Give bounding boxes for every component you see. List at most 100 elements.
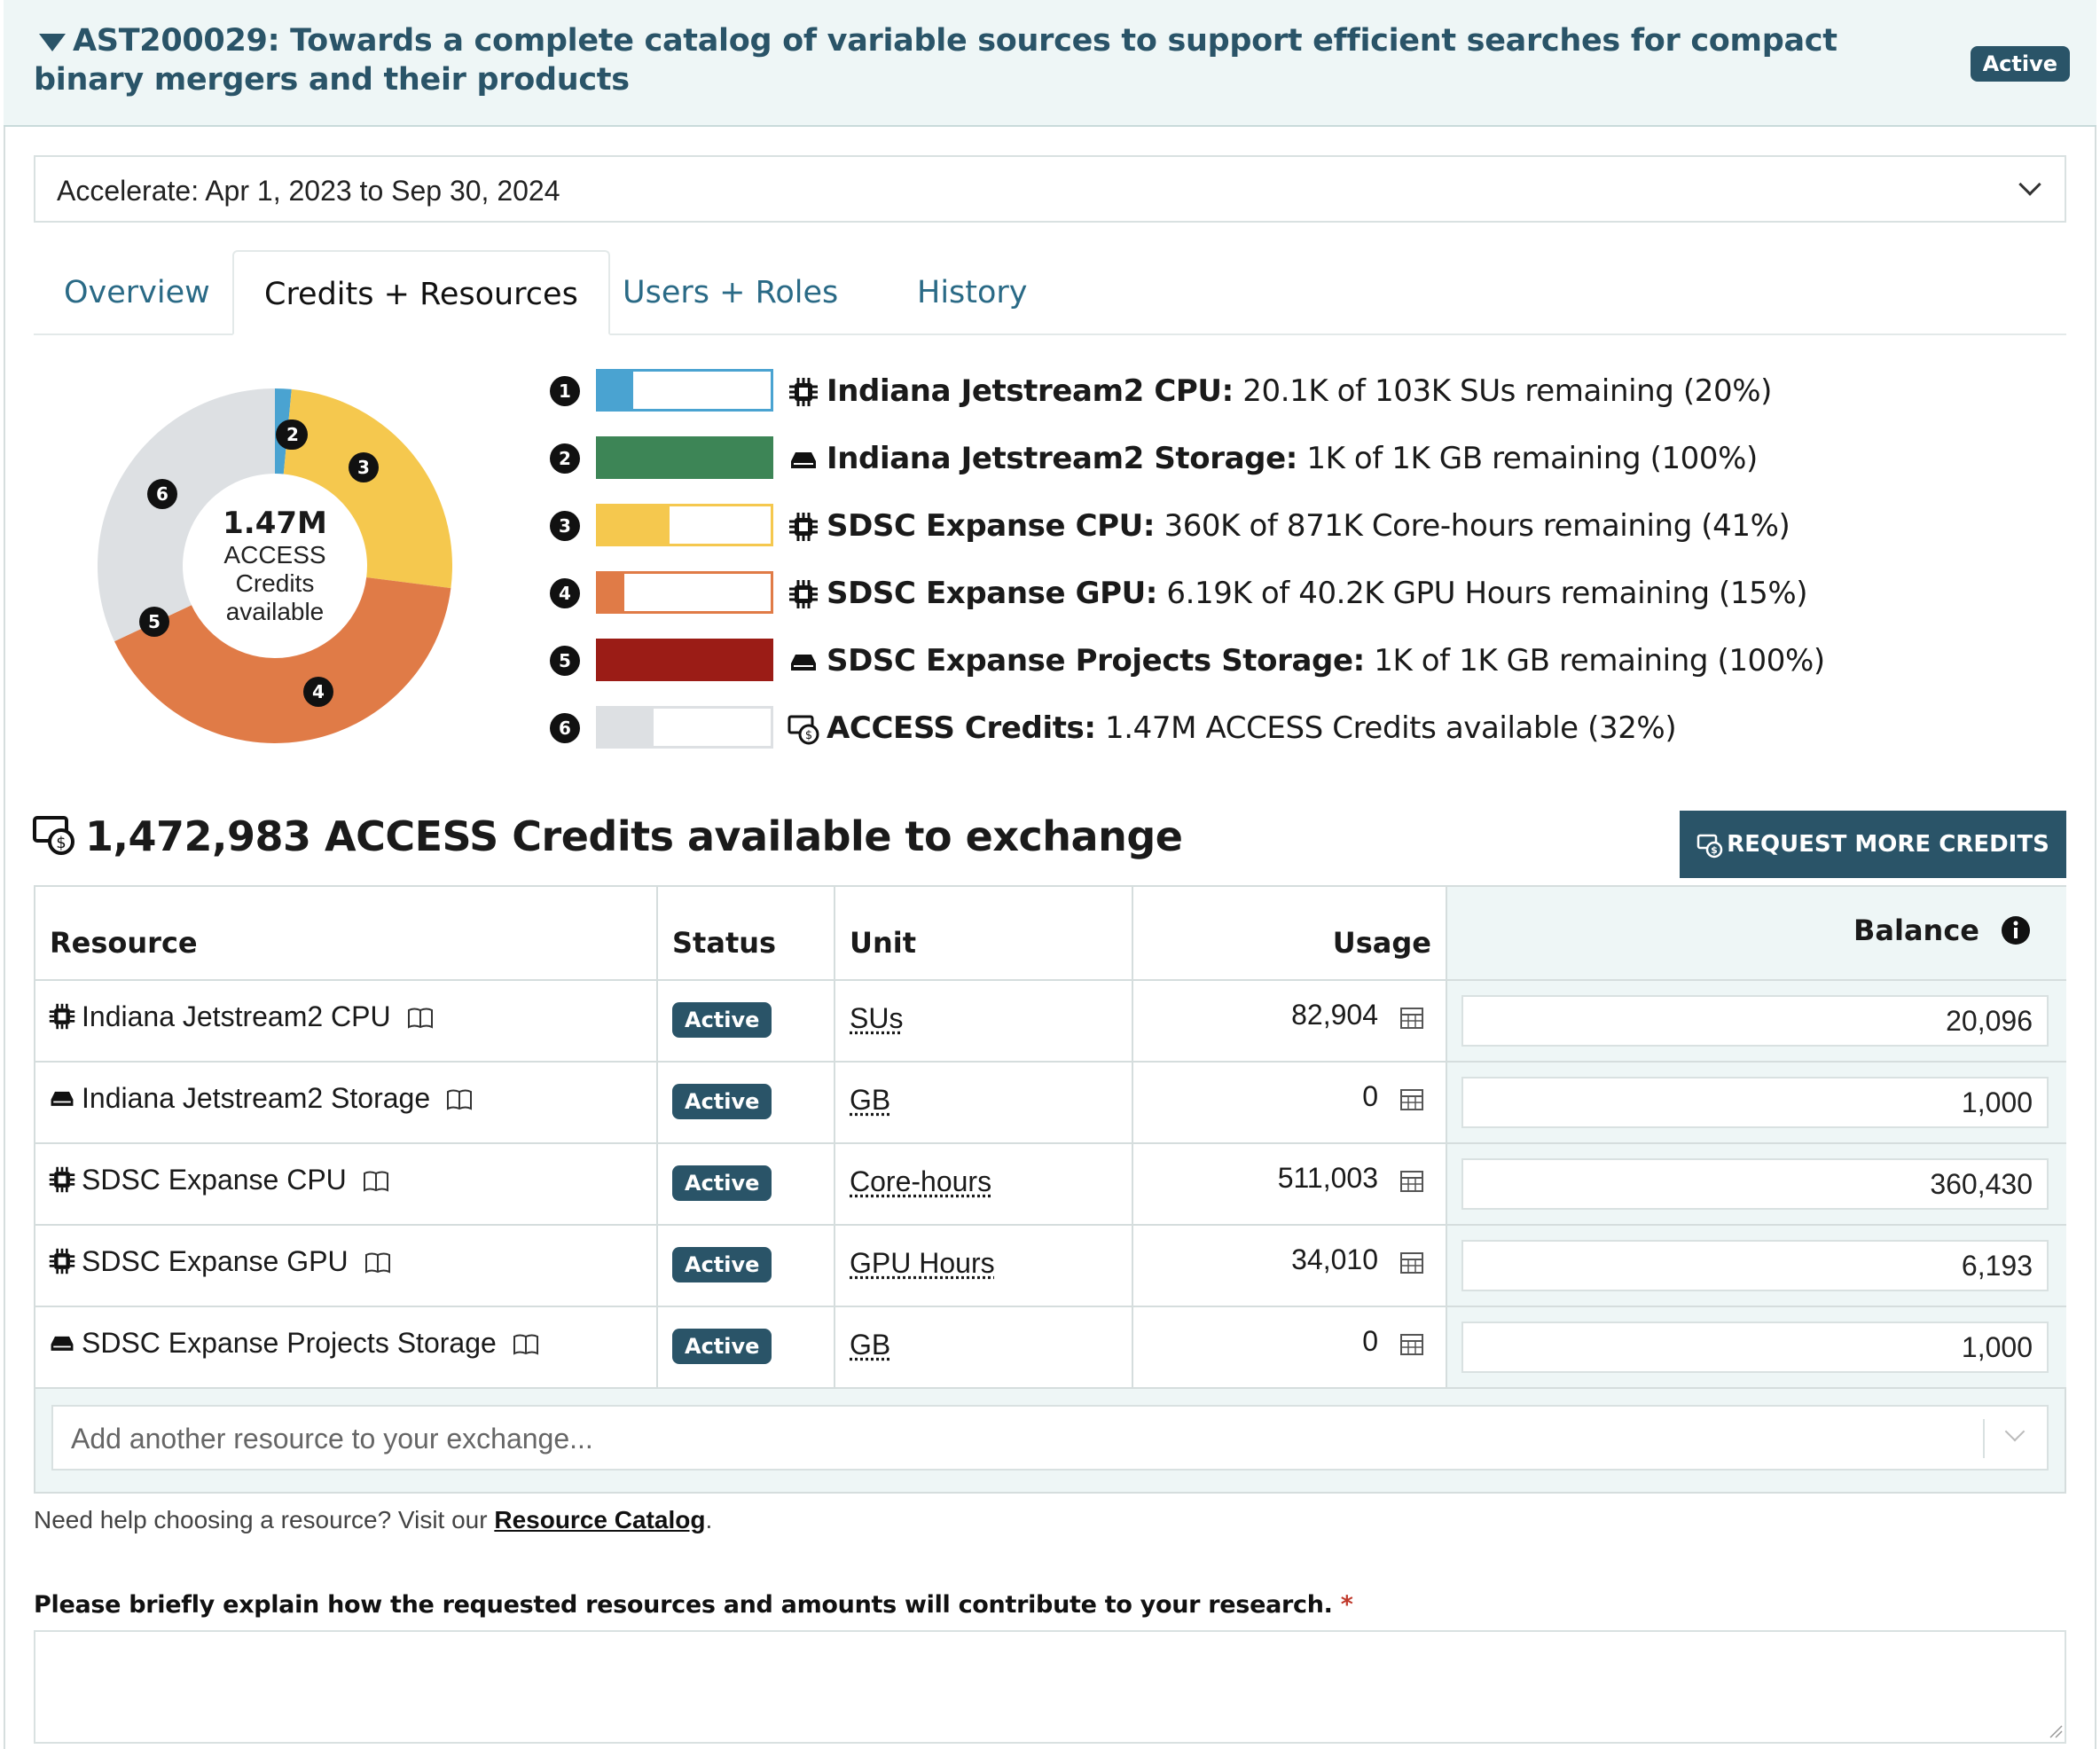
- balance-input[interactable]: 20,096: [1461, 995, 2049, 1047]
- project-header[interactable]: AST200029: Towards a complete catalog of…: [4, 0, 2096, 127]
- select-separator: [1983, 1419, 1985, 1458]
- tab-history[interactable]: History: [887, 250, 1058, 335]
- table-row-usage-cell: 82,904: [1133, 981, 1447, 1063]
- book-icon[interactable]: [513, 1333, 539, 1356]
- svg-text:$: $: [1711, 844, 1718, 856]
- legend-item: 5 SDSC Expanse Projects Storage: 1K of 1…: [550, 639, 2057, 683]
- legend-num: 1: [550, 376, 580, 406]
- legend-resource-name: SDSC Expanse CPU:: [827, 508, 1156, 544]
- unit-link[interactable]: GB: [850, 1084, 890, 1116]
- svg-text:$: $: [805, 729, 812, 742]
- legend-remaining-fill: [599, 439, 771, 476]
- legend-remaining-bar: [596, 706, 773, 749]
- unit-link[interactable]: Core-hours: [850, 1165, 991, 1197]
- usage-table-icon[interactable]: [1399, 1087, 1424, 1112]
- usage-table-icon[interactable]: [1399, 1169, 1424, 1194]
- col-header-resource-label: Resource: [50, 926, 198, 960]
- usage-table-icon[interactable]: [1399, 1006, 1424, 1031]
- legend-remaining-bar: [596, 639, 773, 681]
- legend-item: 2 Indiana Jetstream2 Storage: 1K of 1K G…: [550, 436, 2057, 481]
- usage-value: 82,904: [1291, 999, 1378, 1031]
- donut-marker-2: 2: [278, 420, 308, 450]
- help-suffix: .: [705, 1506, 713, 1533]
- col-header-resource: Resource: [35, 887, 658, 981]
- legend-resource-detail: 20.1K of 103K SUs remaining (20%): [1242, 373, 1772, 409]
- table-row-unit-cell: GB: [835, 1307, 1133, 1389]
- table-row-balance-cell: 360,430: [1447, 1144, 2066, 1226]
- chip-icon: [49, 1248, 75, 1274]
- research-explanation-textarea[interactable]: [34, 1630, 2066, 1744]
- chevron-down-icon: [2018, 173, 2041, 196]
- info-icon[interactable]: [2001, 915, 2031, 945]
- tab-bar: Overview Credits + Resources Users + Rol…: [34, 250, 2066, 335]
- balance-input[interactable]: 1,000: [1461, 1322, 2049, 1373]
- unit-link[interactable]: GB: [850, 1329, 890, 1361]
- balance-input[interactable]: 6,193: [1461, 1240, 2049, 1291]
- unit-link[interactable]: SUs: [850, 1002, 903, 1034]
- legend-remaining-fill: [599, 506, 670, 544]
- chip-icon: [789, 580, 818, 608]
- balance-input[interactable]: 1,000: [1461, 1077, 2049, 1128]
- legend-remaining-fill: [599, 372, 633, 409]
- unit-link[interactable]: GPU Hours: [850, 1247, 995, 1279]
- balance-input[interactable]: 360,430: [1461, 1158, 2049, 1210]
- chip-icon: [789, 513, 818, 541]
- table-row-balance-cell: 6,193: [1447, 1226, 2066, 1307]
- legend-num: 3: [550, 511, 580, 541]
- allocation-select[interactable]: Accelerate: Apr 1, 2023 to Sep 30, 2024: [34, 155, 2066, 223]
- legend-resource-name: SDSC Expanse Projects Storage:: [827, 643, 1365, 678]
- add-resource-select[interactable]: Add another resource to your exchange...: [51, 1405, 2049, 1471]
- book-icon[interactable]: [364, 1251, 391, 1274]
- donut-center-line3: available: [225, 598, 325, 625]
- donut-marker-3: 3: [349, 452, 379, 482]
- storage-icon: [51, 1336, 74, 1351]
- usage-value: 0: [1362, 1325, 1378, 1357]
- legend-remaining-fill: [599, 574, 625, 611]
- tab-overview[interactable]: Overview: [34, 250, 240, 335]
- table-row-unit-cell: SUs: [835, 981, 1133, 1063]
- resource-catalog-link[interactable]: Resource Catalog: [494, 1506, 705, 1533]
- donut-marker-5: 5: [139, 607, 169, 637]
- usage-value: 0: [1362, 1080, 1378, 1112]
- legend-resource-detail: 1K of 1K GB remaining (100%): [1306, 441, 1758, 476]
- table-row-balance-cell: 1,000: [1447, 1063, 2066, 1144]
- table-row-usage-cell: 34,010: [1133, 1226, 1447, 1307]
- legend-resource-name: Indiana Jetstream2 CPU:: [827, 373, 1234, 409]
- col-header-usage-label: Usage: [1332, 926, 1431, 960]
- table-row-usage-cell: 0: [1133, 1307, 1447, 1389]
- table-row-balance-cell: 1,000: [1447, 1307, 2066, 1389]
- legend-remaining-bar: [596, 369, 773, 412]
- table-row-unit-cell: GB: [835, 1063, 1133, 1144]
- book-icon[interactable]: [407, 1007, 434, 1030]
- tab-users-roles[interactable]: Users + Roles: [592, 250, 868, 335]
- table-row-resource-cell: SDSC Expanse Projects Storage: [35, 1307, 658, 1389]
- book-icon[interactable]: [446, 1088, 473, 1111]
- table-row-unit-cell: Core-hours: [835, 1144, 1133, 1226]
- table-row-status-cell: Active: [658, 1307, 835, 1389]
- resource-name: Indiana Jetstream2 Storage: [82, 1082, 431, 1114]
- col-header-usage: Usage: [1133, 887, 1447, 981]
- status-badge: Active: [672, 1247, 772, 1282]
- resize-grip-icon[interactable]: [2049, 1724, 2063, 1738]
- col-header-status-label: Status: [672, 926, 777, 960]
- legend-item: 1 Indiana Jetstream2 CPU: 20.1K of 103K …: [550, 369, 2057, 413]
- col-header-unit-label: Unit: [850, 926, 917, 960]
- donut-marker-6: 6: [147, 479, 177, 509]
- tab-credits-resources[interactable]: Credits + Resources: [232, 250, 610, 335]
- usage-table-icon[interactable]: [1399, 1251, 1424, 1275]
- legend-resource-detail: 6.19K of 40.2K GPU Hours remaining (15%): [1166, 576, 1808, 611]
- usage-table-icon[interactable]: [1399, 1332, 1424, 1357]
- usage-value: 511,003: [1277, 1162, 1378, 1194]
- help-prefix: Need help choosing a resource? Visit our: [34, 1506, 495, 1533]
- resource-name: SDSC Expanse CPU: [82, 1164, 347, 1196]
- credits-heading-text: 1,472,983 ACCESS Credits available to ex…: [85, 812, 1183, 860]
- request-more-credits-button[interactable]: $ REQUEST MORE CREDITS: [1680, 811, 2066, 878]
- table-row-status-cell: Active: [658, 981, 835, 1063]
- legend-item: 3 SDSC Expanse CPU: 360K of 871K Core-ho…: [550, 504, 2057, 548]
- storage-icon: [791, 452, 816, 468]
- legend-num: 2: [550, 443, 580, 474]
- donut-center-line2: Credits: [235, 569, 315, 597]
- col-header-unit: Unit: [835, 887, 1133, 981]
- book-icon[interactable]: [363, 1170, 389, 1193]
- legend-resource-detail: 360K of 871K Core-hours remaining (41%): [1164, 508, 1790, 544]
